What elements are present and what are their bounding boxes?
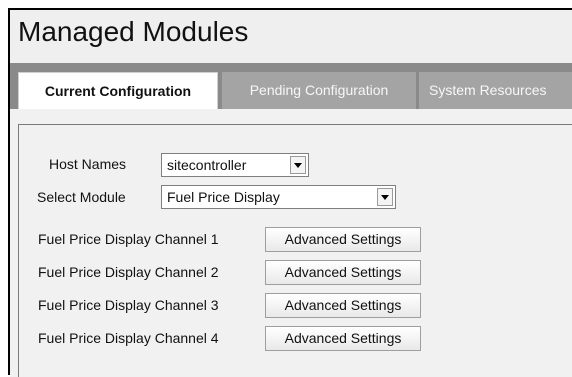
host-names-select[interactable]: sitecontroller	[161, 153, 309, 177]
page-title: Managed Modules	[18, 16, 249, 47]
tab-pending-configuration[interactable]: Pending Configuration	[222, 72, 416, 109]
tab-strip: Current Configuration Pending Configurat…	[10, 63, 572, 110]
managed-modules-window: Managed Modules Current Configuration Pe…	[8, 8, 572, 377]
channel-label-4: Fuel Price Display Channel 4	[38, 330, 219, 346]
tab-current-configuration[interactable]: Current Configuration	[18, 72, 218, 110]
tab-content: Host Names sitecontroller Select Module …	[10, 109, 572, 377]
tab-system-resources[interactable]: System Resources	[419, 72, 572, 109]
select-module-value: Fuel Price Display	[167, 189, 280, 205]
channel-label-3: Fuel Price Display Channel 3	[38, 297, 219, 313]
title-bar: Managed Modules	[10, 10, 572, 63]
channel-label-1: Fuel Price Display Channel 1	[38, 231, 219, 247]
select-module-dropdown[interactable]: Fuel Price Display	[161, 185, 396, 209]
chevron-down-icon[interactable]	[290, 156, 306, 174]
channel-label-2: Fuel Price Display Channel 2	[38, 264, 219, 280]
host-names-value: sitecontroller	[167, 157, 247, 173]
advanced-settings-button-4[interactable]: Advanced Settings	[265, 326, 421, 351]
advanced-settings-button-1[interactable]: Advanced Settings	[265, 227, 421, 252]
select-module-label: Select Module	[37, 189, 126, 205]
advanced-settings-button-3[interactable]: Advanced Settings	[265, 293, 421, 318]
host-names-label: Host Names	[49, 156, 127, 172]
configuration-panel: Host Names sitecontroller Select Module …	[18, 124, 572, 377]
advanced-settings-button-2[interactable]: Advanced Settings	[265, 260, 421, 285]
chevron-down-icon[interactable]	[377, 188, 393, 206]
